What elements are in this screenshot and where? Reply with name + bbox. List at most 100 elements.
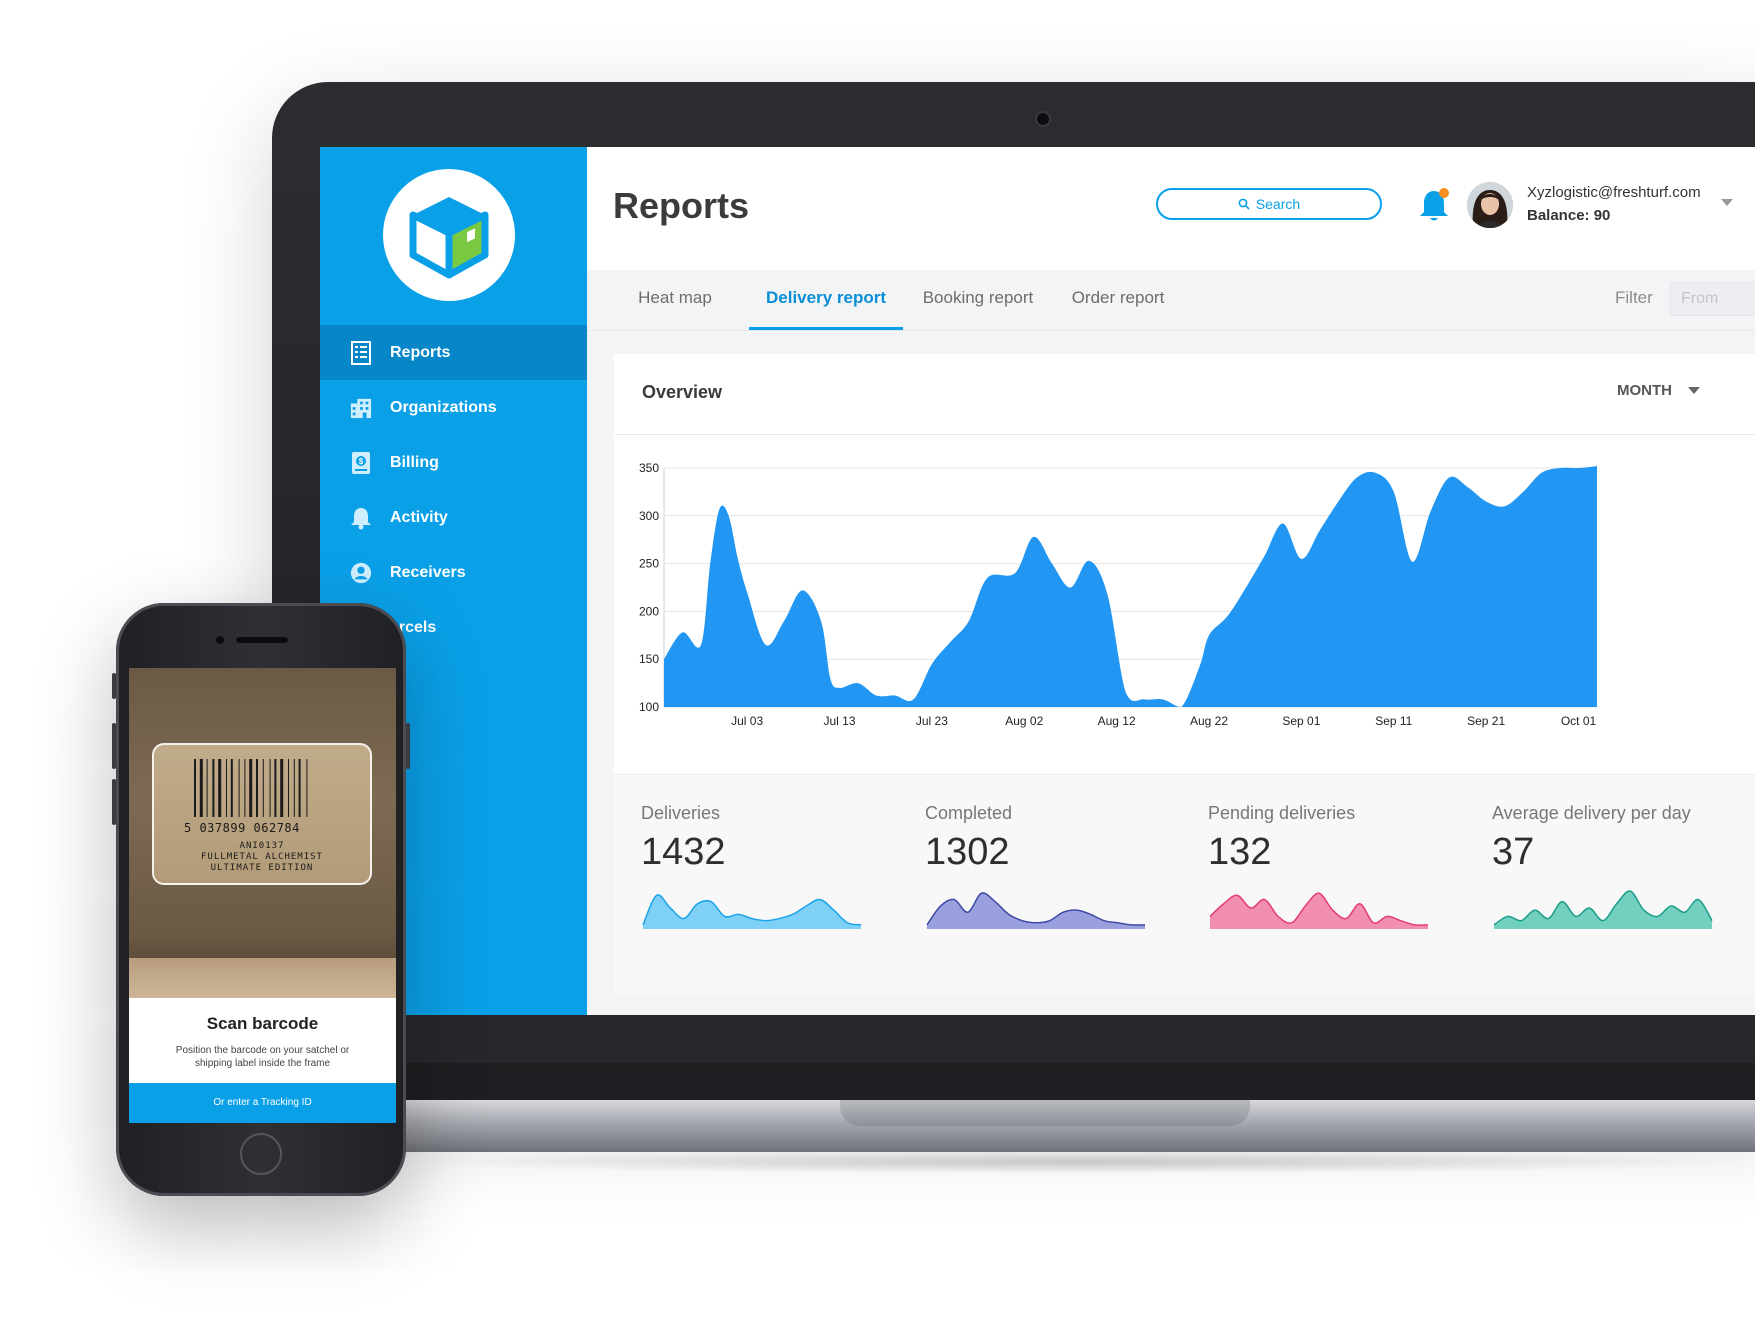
y-tick-label: 250 (639, 557, 659, 571)
delivery-chart: 100 150 200 250 300 350 Jul 03 Jul 13 Jul 23 Aug … (614, 434, 1755, 774)
barcode-bar (249, 759, 253, 817)
x-tick-label: Jul 23 (916, 714, 948, 728)
phone-home-button[interactable] (240, 1133, 282, 1175)
search-icon (1238, 198, 1250, 210)
camera-viewfinder: 5 037899 062784 ANI0137 FULLMETAL ALCHEM… (129, 668, 396, 998)
phone-camera (216, 636, 224, 644)
phone-frame: 5 037899 062784 ANI0137 FULLMETAL ALCHEM… (112, 603, 410, 1196)
avatar[interactable] (1467, 182, 1513, 228)
sidebar-item-label: Organizations (390, 398, 497, 416)
laptop-camera (1035, 111, 1051, 127)
sparkline-area (1210, 893, 1428, 929)
stat-label: Average delivery per day (1492, 803, 1691, 823)
x-tick-label: Jul 03 (731, 714, 763, 728)
stat-deliveries: Deliveries 1432 (641, 775, 891, 995)
barcode-bar (226, 759, 227, 817)
tab-delivery-report[interactable]: Delivery report (749, 270, 903, 330)
camera-floor (129, 958, 396, 998)
stat-average-delivery: Average delivery per day 37 (1492, 775, 1742, 995)
from-date-field[interactable]: From (1670, 282, 1755, 316)
user-menu-caret-icon[interactable] (1721, 199, 1733, 206)
scan-title: Scan barcode (206, 1014, 319, 1033)
tab-booking-report[interactable]: Booking report (913, 270, 1043, 330)
barcode-bar (306, 759, 308, 817)
period-select[interactable]: MONTH (1617, 382, 1700, 399)
phone-volume-down (112, 779, 116, 825)
sidebar-item-billing[interactable]: $ Billing (320, 435, 587, 490)
x-tick-label: Sep 21 (1467, 714, 1505, 728)
barcode-bar (194, 759, 196, 817)
phone-power-button (406, 723, 410, 769)
barcode-bar (298, 759, 301, 817)
barcode-bar (218, 759, 222, 817)
sparkline-pending (1209, 892, 1429, 929)
barcode-bar (238, 759, 240, 817)
sidebar-item-activity[interactable]: Activity (320, 490, 587, 545)
y-tick-label: 350 (639, 461, 659, 475)
stat-pending-deliveries: Pending deliveries 132 (1208, 775, 1458, 995)
svg-text:$: $ (359, 457, 364, 466)
barcode-line: FULLMETAL ALCHEMIST (201, 852, 323, 862)
search-label: Search (1255, 196, 1301, 212)
page-title: Reports (613, 185, 750, 226)
delivery-area-chart: 100 150 200 250 300 350 Jul 03 Jul 13 Jul 23 Aug … (639, 461, 1597, 728)
sidebar-item-label: Activity (390, 508, 448, 526)
phone-volume-up (112, 723, 116, 769)
chevron-down-icon (1688, 387, 1700, 394)
barcode-bar (206, 759, 208, 817)
stat-value: 37 (1492, 831, 1535, 873)
barcode-bar (274, 759, 277, 817)
barcode-bar (199, 759, 203, 817)
barcode-bar (288, 759, 289, 817)
scan-frame: 5 037899 062784 ANI0137 FULLMETAL ALCHEM… (152, 743, 372, 885)
tab-heat-map[interactable]: Heat map (615, 270, 735, 330)
period-value: MONTH (1617, 382, 1672, 399)
stats-row: Deliveries 1432 Completed 1302 Pending d… (614, 774, 1755, 995)
notification-bell-icon[interactable] (1418, 185, 1452, 225)
barcode-bar (230, 759, 233, 817)
sparkline-completed (926, 892, 1146, 929)
enter-tracking-id-button[interactable]: Or enter a Tracking ID (129, 1083, 396, 1123)
sidebar-item-receivers[interactable]: Receivers (320, 545, 587, 600)
billing-icon: $ (350, 451, 372, 474)
phone-speaker (236, 637, 288, 643)
from-date-placeholder: From (1681, 290, 1719, 307)
app-logo[interactable] (383, 169, 515, 301)
tab-order-report[interactable]: Order report (1053, 270, 1183, 330)
barcode-graphic (194, 759, 308, 817)
barcode-line: ULTIMATE EDITION (210, 863, 314, 873)
phone-mute-switch (112, 673, 116, 699)
delivery-area-series (664, 466, 1597, 707)
user-balance: Balance: 90 (1527, 207, 1611, 224)
barcode-bar (212, 759, 215, 817)
y-tick-label: 150 (639, 652, 659, 666)
x-tick-label: Sep 11 (1375, 714, 1412, 728)
sidebar-item-reports[interactable]: Reports (320, 325, 587, 380)
x-tick-label: Aug 22 (1190, 714, 1228, 728)
barcode-bar (280, 759, 284, 817)
stat-label: Pending deliveries (1208, 803, 1356, 823)
cube-logo-icon (409, 197, 489, 279)
barcode-bar (262, 759, 264, 817)
search-button[interactable]: Search (1156, 188, 1382, 220)
x-tick-label: Jul 13 (823, 714, 855, 728)
sidebar-item-label: Reports (390, 343, 451, 361)
y-tick-label: 100 (639, 700, 659, 714)
bell-icon (350, 507, 372, 529)
barcode-bar (244, 759, 246, 817)
barcode-number: 5 037899 062784 (184, 821, 300, 835)
x-tick-label: Aug 12 (1098, 714, 1136, 728)
y-tick-label: 300 (639, 509, 659, 523)
user-circle-icon (350, 562, 372, 584)
sparkline-area (927, 892, 1145, 929)
x-tick-label: Sep 01 (1282, 714, 1320, 728)
barcode-line: ANI0137 (239, 841, 285, 851)
stat-value: 1432 (641, 831, 726, 873)
barcode-bar (293, 759, 295, 817)
sparkline-average (1493, 890, 1713, 929)
sidebar-item-organizations[interactable]: Organizations (320, 380, 587, 435)
sparkline-area (643, 894, 861, 929)
sidebar-item-label: Billing (390, 453, 439, 471)
report-tabs: Heat map Delivery report Booking report … (587, 270, 1755, 331)
overview-card: Overview MONTH 100 150 200 250 300 350 Jul 03 J… (614, 354, 1755, 995)
